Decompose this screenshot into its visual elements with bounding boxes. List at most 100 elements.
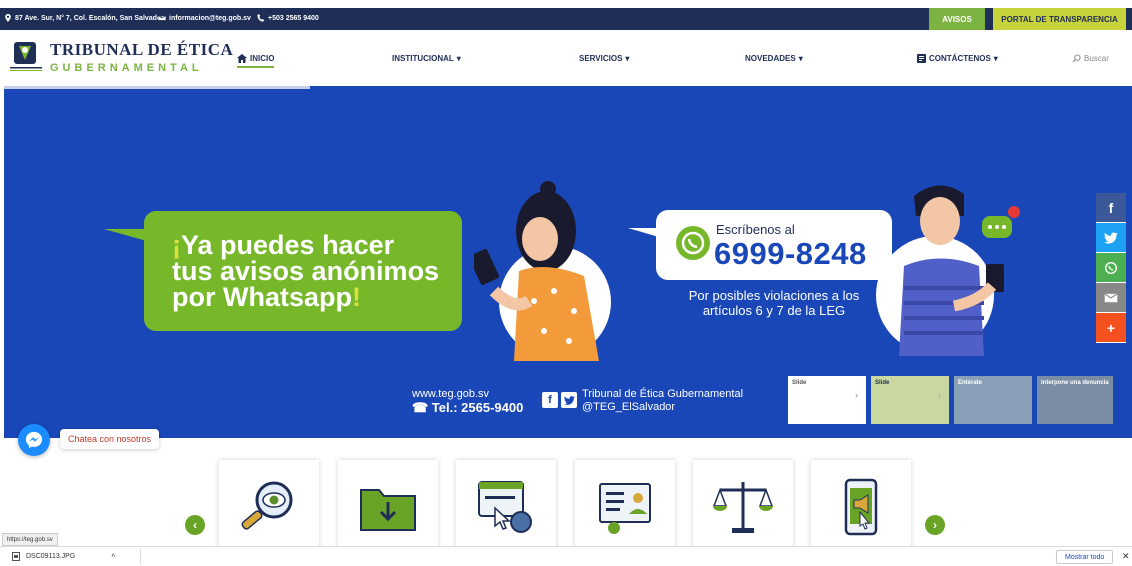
folder-download-icon: [360, 489, 416, 531]
nav-inicio[interactable]: INICIO: [237, 54, 275, 68]
messenger-icon: [25, 431, 43, 449]
messenger-chat-button[interactable]: [18, 424, 50, 456]
slide-thumbnail[interactable]: Interpone una denuncia: [1037, 376, 1113, 424]
carousel-prev-button[interactable]: ‹: [185, 515, 205, 535]
nav-servicios[interactable]: SERVICIOS ▾: [579, 54, 629, 63]
slide-thumbnail-label: Interpone una denuncia: [1041, 380, 1109, 386]
service-card[interactable]: [338, 460, 438, 550]
slider-progress-bar: [4, 86, 310, 89]
top-info-bar: 87 Ave. Sur, N° 7, Col. Escalón, San Sal…: [0, 8, 1132, 30]
twitter-icon: [1104, 232, 1118, 244]
logo-emblem-icon: [10, 40, 42, 74]
hero-subtext: Por posibles violaciones a los artículos…: [664, 288, 884, 318]
chevron-down-icon: ▾: [993, 54, 998, 63]
chevron-right-icon: ›: [933, 518, 937, 532]
headline-line3: por Whatsapp: [172, 282, 352, 312]
home-icon: [237, 54, 247, 63]
twitter-icon: [561, 392, 577, 408]
chevron-left-icon: ‹: [193, 518, 197, 532]
portal-transparencia-button[interactable]: PORTAL DE TRANSPARENCIA: [993, 8, 1126, 30]
woman-with-phone-illustration: [474, 181, 599, 361]
page: 87 Ave. Sur, N° 7, Col. Escalón, San Sal…: [0, 0, 1132, 566]
escribenos-text: Escríbenos al: [716, 222, 795, 237]
nav-novedades[interactable]: NOVEDADES ▾: [745, 54, 803, 63]
man-with-phone-illustration: [899, 185, 1020, 356]
address-text: 87 Ave. Sur, N° 7, Col. Escalón, San Sal…: [15, 14, 164, 22]
chevron-down-icon: ▾: [798, 54, 803, 63]
service-card[interactable]: [219, 460, 319, 550]
show-all-downloads-button[interactable]: Mostrar todo: [1056, 550, 1114, 564]
main-nav: TRIBUNAL DE ÉTICA GUBERNAMENTAL INICIO I…: [0, 30, 1132, 86]
magnifier-eye-icon: [241, 481, 293, 530]
download-separator: [140, 549, 141, 565]
chevron-down-icon: ▾: [625, 54, 630, 63]
nav-novedades-label: NOVEDADES: [745, 54, 796, 63]
phone-info: +503 2565 9400: [257, 14, 319, 22]
envelope-icon: [1104, 292, 1118, 302]
avisos-button[interactable]: AVISOS: [929, 8, 985, 30]
facebook-icon: f: [1108, 199, 1114, 216]
slide-thumbnail-label: Entérate: [958, 380, 983, 386]
subtext-line1: Por posibles violaciones a los: [688, 288, 860, 303]
nav-inicio-label: INICIO: [250, 54, 275, 63]
search-button[interactable]: Buscar: [1072, 54, 1109, 63]
whatsapp-number: 6999-8248: [714, 236, 867, 271]
nav-institucional-label: INSTITUCIONAL: [392, 54, 454, 63]
close-icon[interactable]: ✕: [1122, 551, 1130, 562]
profile-card-icon: [599, 483, 651, 534]
image-file-icon: [12, 552, 20, 561]
site-logo[interactable]: TRIBUNAL DE ÉTICA GUBERNAMENTAL: [10, 40, 233, 74]
balance-scale-icon: [712, 482, 774, 533]
slide-thumbnail-label: Slide: [875, 380, 890, 386]
twitter-share-button[interactable]: [1096, 223, 1126, 253]
slide-thumbnail[interactable]: Slide ›: [871, 376, 949, 424]
email-text[interactable]: informacion@teg.gob.sv: [169, 15, 251, 22]
phone-text: +503 2565 9400: [268, 14, 319, 22]
carousel-next-button[interactable]: ›: [925, 515, 945, 535]
chat-label[interactable]: Chatea con nosotros: [60, 429, 160, 449]
slide-thumbnail[interactable]: Slide ›: [788, 376, 866, 424]
chevron-down-icon: ▾: [456, 54, 461, 63]
slide-thumbnail-label: Slide: [792, 380, 807, 386]
hero-tel: ☎ Tel.: 2565-9400: [412, 400, 524, 415]
phone-icon: [257, 14, 265, 22]
status-url-tooltip: https://teg.gob.sv: [2, 533, 58, 546]
service-card[interactable]: [575, 460, 675, 550]
email-share-button[interactable]: [1096, 283, 1126, 313]
chevron-right-icon: ›: [855, 390, 858, 400]
service-card[interactable]: [456, 460, 556, 550]
social-share-bar: f +: [1096, 193, 1126, 343]
envelope-icon: [158, 15, 166, 21]
address-info: 87 Ave. Sur, N° 7, Col. Escalón, San Sal…: [4, 14, 164, 22]
email-info[interactable]: informacion@teg.gob.sv: [158, 14, 251, 22]
logo-subtitle: GUBERNAMENTAL: [50, 62, 203, 74]
whatsapp-share-button[interactable]: [1096, 253, 1126, 283]
hero-headline: ¡Ya puedes hacer tus avisos anónimos por…: [172, 232, 440, 312]
facebook-icon: f: [542, 392, 558, 408]
chevron-up-icon[interactable]: ˄: [111, 553, 115, 560]
download-filename: DSC09113.JPG: [26, 553, 76, 560]
headline-mark-close: !: [352, 282, 361, 312]
nav-contactenos[interactable]: CONTÁCTENOS ▾: [917, 54, 998, 63]
hero-social-icons: f: [542, 392, 577, 408]
slide-thumbnail[interactable]: Entérate: [954, 376, 1032, 424]
map-pin-icon: [5, 14, 11, 22]
web-click-icon: [478, 481, 532, 533]
hero-banner[interactable]: ¡Ya puedes hacer tus avisos anónimos por…: [4, 86, 1132, 438]
nav-institucional[interactable]: INSTITUCIONAL ▾: [392, 54, 461, 63]
facebook-share-button[interactable]: f: [1096, 193, 1126, 223]
download-item[interactable]: DSC09113.JPG ˄: [12, 552, 115, 561]
service-card[interactable]: [811, 460, 911, 550]
subtext-line2: artículos 6 y 7 de la LEG: [702, 303, 846, 318]
more-share-button[interactable]: +: [1096, 313, 1126, 343]
chevron-right-icon: ›: [938, 390, 941, 400]
download-bar: DSC09113.JPG ˄ Mostrar todo ✕: [0, 546, 1132, 566]
hero-handle: @TEG_ElSalvador: [582, 401, 676, 413]
hero-org-info: Tribunal de Ética Gubernamental @TEG_ElS…: [582, 388, 743, 414]
contact-card-icon: [917, 54, 926, 63]
mobile-announcement-icon: [844, 478, 878, 536]
service-card[interactable]: [693, 460, 793, 550]
headline-line2: tus avisos anónimos: [172, 256, 440, 286]
nav-servicios-label: SERVICIOS: [579, 54, 623, 63]
hero-org-name: Tribunal de Ética Gubernamental: [582, 388, 744, 400]
